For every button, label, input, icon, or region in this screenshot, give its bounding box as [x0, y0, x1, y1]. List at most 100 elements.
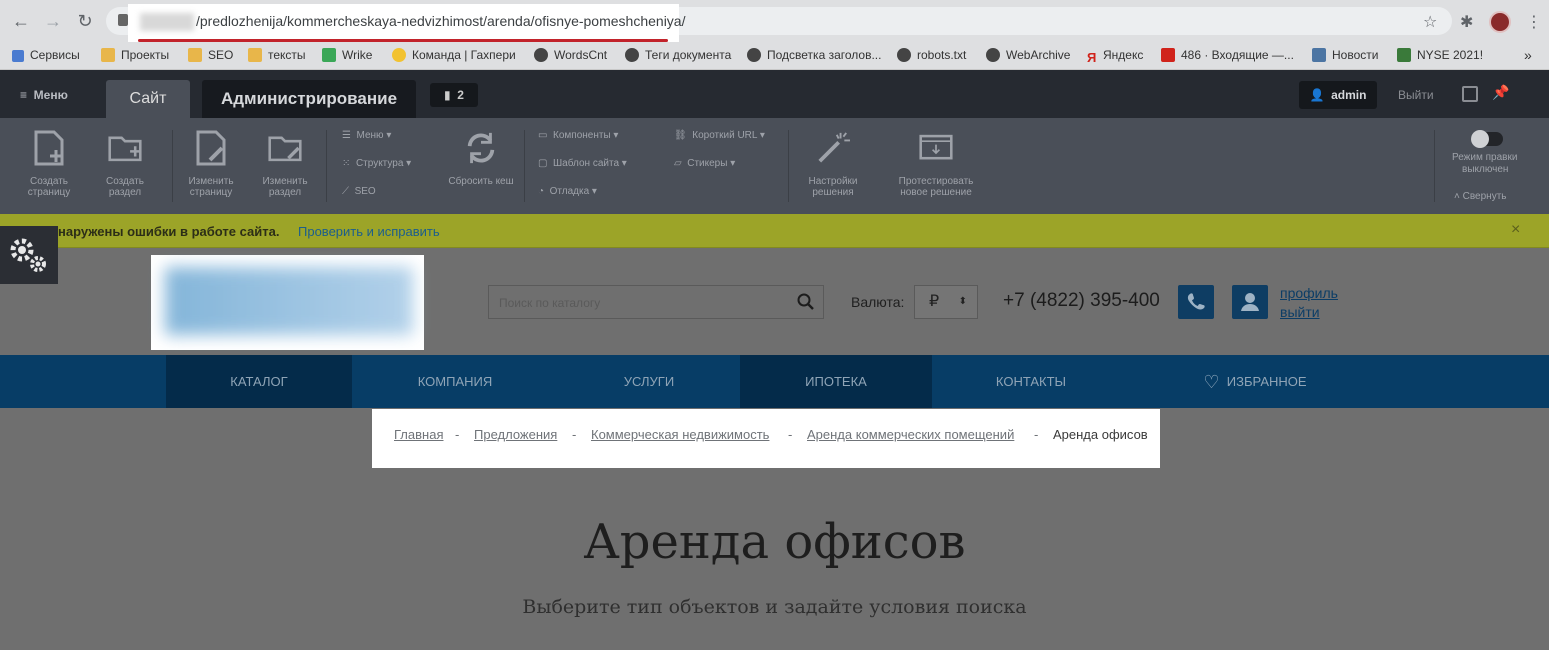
create-page-label: Создать страницу: [27, 176, 71, 198]
nav-item-company[interactable]: Компания: [352, 355, 558, 408]
bookmark-wordscnt[interactable]: WordsCnt: [534, 45, 607, 65]
browser-profile-avatar[interactable]: [1489, 11, 1511, 33]
bookmark-seo[interactable]: SEO: [188, 45, 233, 65]
bookmark-nyse[interactable]: NYSE 2021!: [1397, 45, 1483, 65]
catalog-search-field[interactable]: Поиск по каталогу: [488, 285, 824, 319]
bookmark-label: тексты: [268, 48, 306, 62]
seo-tool[interactable]: ⟋ SEO: [342, 186, 376, 197]
collapse-label: Свернуть: [1462, 191, 1507, 202]
bookmark-wrike[interactable]: Wrike: [322, 45, 372, 65]
solution-settings-button[interactable]: Настройки решения: [798, 118, 868, 198]
admin-menu-label: Меню: [33, 88, 68, 102]
search-icon[interactable]: [797, 293, 815, 311]
breadcrumb-separator: -: [788, 427, 793, 442]
nav-item-catalog[interactable]: Каталог: [166, 355, 352, 408]
site-template-tool[interactable]: ▢ Шаблон сайта ▾: [538, 158, 627, 169]
solution-settings-label: Настройки решения: [808, 176, 858, 198]
notifications-badge[interactable]: ▮ 2: [430, 83, 478, 107]
profile-link[interactable]: профиль: [1280, 285, 1338, 301]
site-logo[interactable]: [151, 255, 424, 350]
admin-toolbar: Создать страницу Создать раздел Изменить…: [0, 118, 1549, 214]
tab-site[interactable]: Сайт: [106, 80, 190, 118]
create-page-button[interactable]: Создать страницу: [18, 118, 80, 198]
breadcrumb-commercial[interactable]: Коммерческая недвижимость: [591, 427, 769, 442]
admin-logout-link[interactable]: Выйти: [1398, 88, 1434, 102]
bookmark-yandex[interactable]: Я Яндекс: [1087, 45, 1143, 65]
breadcrumb-separator: -: [572, 427, 577, 442]
structure-tool[interactable]: ⁙ Структура ▾: [342, 158, 411, 169]
components-tool[interactable]: ▭ Компоненты ▾: [538, 130, 618, 141]
debug-tool[interactable]: ◔ Отладка ▾: [538, 186, 597, 197]
bookmark-label: WebArchive: [1006, 48, 1071, 62]
create-section-label: Создать раздел: [105, 176, 144, 198]
bookmark-label: 486 · Входящие —...: [1181, 48, 1294, 62]
folder-icon: [248, 48, 262, 62]
yandex-icon: Я: [1087, 50, 1097, 65]
tab-administration[interactable]: Администрирование: [202, 80, 416, 118]
bookmark-label: Теги документа: [645, 48, 732, 62]
pin-icon[interactable]: 📌: [1492, 84, 1509, 101]
bookmark-highlight[interactable]: Подсветка заголов...: [747, 45, 881, 65]
fix-errors-link[interactable]: Проверить и исправить: [298, 224, 440, 239]
collapse-toolbar-button[interactable]: ˄ Свернуть: [1454, 191, 1506, 202]
bookmark-texts[interactable]: тексты: [248, 45, 306, 65]
reset-cache-button[interactable]: Сбросить кеш: [446, 118, 516, 187]
menu-tool[interactable]: ☰ Меню ▾: [342, 130, 391, 141]
reload-icon[interactable]: ↻: [74, 10, 96, 32]
phone-number[interactable]: +7 (4822) 395-400: [1003, 290, 1160, 312]
extensions-icon[interactable]: ✱: [1460, 12, 1473, 32]
edit-mode-state: выключен: [1462, 164, 1509, 175]
edit-section-button[interactable]: Изменить раздел: [252, 118, 318, 198]
main-navigation: Каталог Компания Услуги Ипотека Контакты…: [0, 355, 1549, 408]
edit-page-button[interactable]: Изменить страницу: [178, 118, 244, 198]
select-arrows-icon: ⬍: [958, 296, 967, 307]
bookmark-doc-tags[interactable]: Теги документа: [625, 45, 731, 65]
nav-item-contacts[interactable]: Контакты: [932, 355, 1130, 408]
heart-icon: ♡: [1203, 372, 1220, 392]
more-bookmarks-icon[interactable]: »: [1524, 45, 1532, 65]
bookmark-services[interactable]: Сервисы: [12, 45, 80, 65]
edit-page-label: Изменить страницу: [188, 176, 234, 198]
forward-arrow-icon[interactable]: →: [42, 10, 64, 32]
back-arrow-icon[interactable]: ←: [10, 10, 32, 32]
bookmark-projects[interactable]: Проекты: [101, 45, 169, 65]
bookmark-team[interactable]: Команда | Гахпери: [392, 45, 516, 65]
edit-mode-toggle[interactable]: [1471, 130, 1503, 148]
profile-button[interactable]: [1232, 285, 1268, 319]
toolbar-separator: [326, 130, 327, 202]
breadcrumb-home[interactable]: Главная: [394, 427, 443, 442]
stickers-tool[interactable]: ▱ Стикеры ▾: [674, 158, 735, 169]
bookmark-robots[interactable]: robots.txt: [897, 45, 966, 65]
callback-button[interactable]: [1178, 285, 1214, 319]
more-menu-icon[interactable]: ⋮: [1526, 12, 1542, 32]
settings-gear-button[interactable]: [0, 226, 58, 284]
test-solution-button[interactable]: Протестировать новое решение: [888, 118, 984, 198]
logo-blurred: [165, 267, 413, 335]
nav-item-services[interactable]: Услуги: [558, 355, 740, 408]
url-domain-blurred: [140, 13, 194, 31]
stickers-tool-label: Стикеры: [687, 158, 728, 169]
bookmark-mail[interactable]: 486 · Входящие —...: [1161, 45, 1294, 65]
url-highlight[interactable]: /predlozhenija/kommercheskaya-nedvizhimo…: [128, 4, 685, 47]
breadcrumb-offers[interactable]: Предложения: [474, 427, 557, 442]
nav-item-mortgage[interactable]: Ипотека: [740, 355, 932, 408]
page-root: ← → ↻ ☆ ✱ ⋮ /predlozhenija/kommercheskay…: [0, 0, 1549, 650]
bookmark-webarchive[interactable]: WebArchive: [986, 45, 1070, 65]
breadcrumb-separator: -: [455, 427, 460, 442]
close-icon[interactable]: ×: [1511, 221, 1520, 239]
admin-user-button[interactable]: 👤 admin: [1299, 81, 1377, 109]
nav-item-favorites[interactable]: ♡ Избранное: [1180, 355, 1330, 408]
create-section-button[interactable]: Создать раздел: [94, 118, 156, 198]
short-url-tool[interactable]: ⛓ Короткий URL ▾: [674, 130, 765, 141]
globe-icon: [897, 48, 911, 62]
star-icon[interactable]: ☆: [1423, 12, 1437, 32]
seo-tool-label: SEO: [354, 186, 376, 197]
debug-tool-label: Отладка: [549, 186, 590, 197]
window-icon[interactable]: [1462, 86, 1478, 102]
breadcrumb-rent[interactable]: Аренда коммерческих помещений: [807, 427, 1014, 442]
bookmark-label: Wrike: [342, 48, 373, 62]
currency-select[interactable]: ₽ ⬍: [914, 285, 978, 319]
logout-link[interactable]: выйти: [1280, 304, 1320, 320]
bookmark-news[interactable]: Новости: [1312, 45, 1378, 65]
admin-menu-button[interactable]: ≡ Меню: [20, 88, 68, 102]
